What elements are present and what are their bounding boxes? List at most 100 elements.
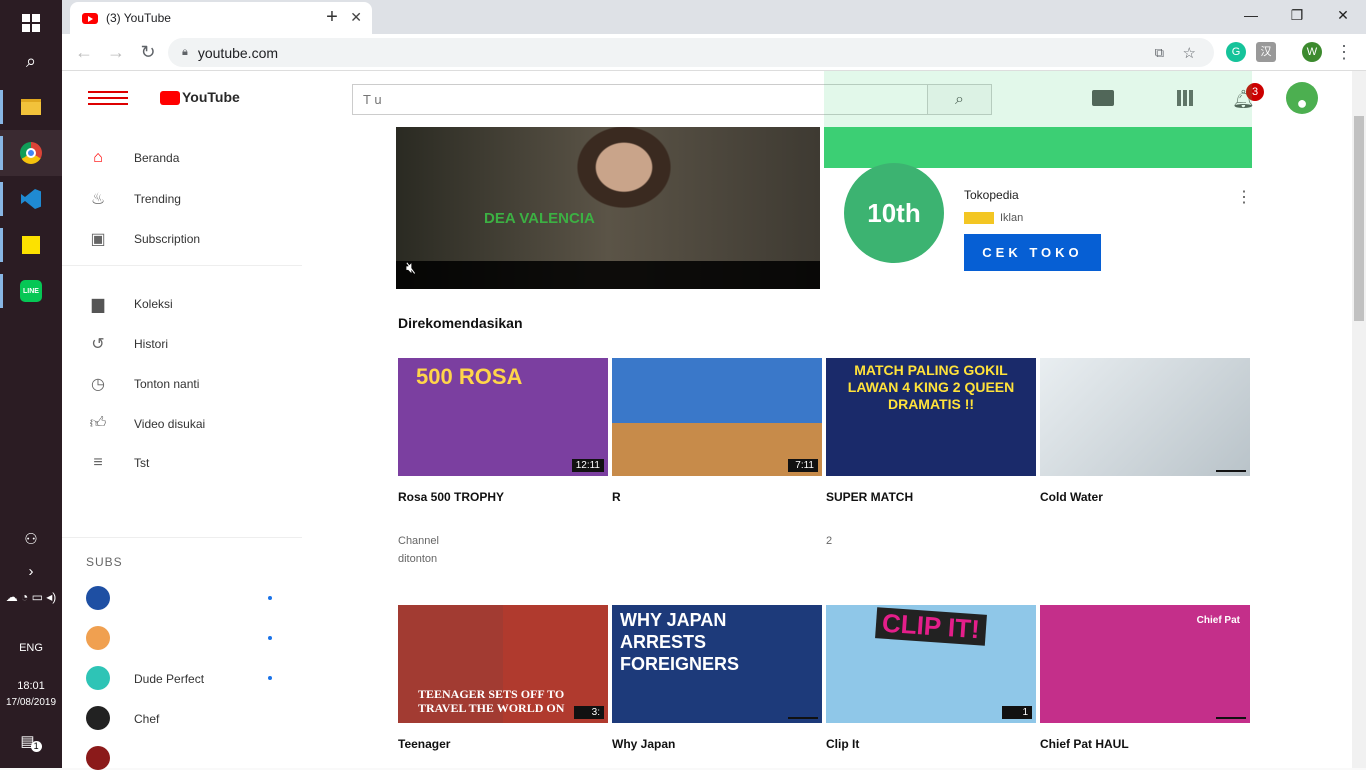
video-title[interactable]: Why Japan: [612, 737, 822, 767]
close-tab-icon[interactable]: ✕: [350, 9, 362, 26]
back-button[interactable]: ←: [72, 40, 96, 64]
video-views: ditonton: [398, 553, 438, 565]
bookmark-star-icon[interactable]: ☆: [1183, 44, 1196, 62]
clock-date[interactable]: 17/08/2019: [0, 697, 62, 708]
reload-button[interactable]: ↻: [136, 40, 160, 64]
video-duration: 7:11: [788, 459, 818, 472]
vscode-taskbar-button[interactable]: [0, 176, 62, 222]
grammarly-extension-icon[interactable]: G: [1226, 42, 1246, 62]
video-thumbnail[interactable]: TEENAGER SETS OFF TO TRAVEL THE WORLD ON…: [398, 605, 608, 723]
video-duration: 1: [1002, 706, 1032, 719]
thumbnail-text: 500 ROSA: [416, 364, 523, 389]
channel-avatar[interactable]: [86, 746, 110, 770]
tab-strip: (3) YouTube ✕ + — ❐ ✕: [62, 0, 1366, 34]
video-title[interactable]: Rosa 500 TROPHY: [398, 490, 608, 520]
video-title[interactable]: SUPER MATCH: [826, 490, 1036, 520]
video-duration: [788, 717, 818, 719]
channel-avatar[interactable]: [86, 626, 110, 650]
more-options-icon[interactable]: ⋮: [1236, 187, 1252, 207]
video-title[interactable]: Clip It: [826, 737, 1036, 767]
minimize-button[interactable]: —: [1228, 0, 1274, 30]
language-indicator[interactable]: ENG: [0, 642, 62, 654]
new-content-dot: [268, 676, 272, 680]
page-scrollbar[interactable]: [1352, 71, 1366, 768]
sidebar-item-home[interactable]: ⌂ Beranda: [86, 149, 179, 167]
sidebar-item-subscriptions[interactable]: ▣ Subscription: [86, 229, 200, 249]
video-card[interactable]: Chief Pat Chief Pat HAUL: [1040, 605, 1250, 767]
ad-sub-text: Iklan: [1000, 212, 1024, 224]
library-icon: ▆: [91, 296, 105, 313]
ad-banner-top: [824, 71, 1252, 127]
sidebar-item-playlist[interactable]: ≡ Tst: [86, 454, 149, 472]
sidebar-item-label: Koleksi: [134, 297, 173, 311]
video-thumbnail[interactable]: 7:11: [612, 358, 822, 476]
sidebar-item-liked[interactable]: 👍︎ Video disukai: [86, 414, 206, 433]
ad-cta-button[interactable]: CEK TOKO: [964, 234, 1101, 271]
playlist-icon: ≡: [93, 454, 103, 471]
liked-icon: 👍︎: [89, 415, 107, 432]
sidebar-item-watch-later[interactable]: ◷ Tonton nanti: [86, 374, 199, 394]
video-title[interactable]: Cold Water: [1040, 490, 1250, 520]
video-thumbnail[interactable]: WHY JAPAN ARRESTS FOREIGNERS: [612, 605, 822, 723]
video-thumbnail[interactable]: Chief Pat: [1040, 605, 1250, 723]
extension-icon[interactable]: 汉: [1256, 42, 1276, 62]
sticky-notes-button[interactable]: [0, 222, 62, 268]
forward-button[interactable]: →: [104, 40, 128, 64]
mute-icon[interactable]: 🔇︎: [406, 260, 416, 278]
clock-time[interactable]: 18:01: [0, 680, 62, 692]
show-hidden-icons-button[interactable]: ›: [0, 548, 62, 594]
video-thumbnail[interactable]: 500 ROSA 12:11: [398, 358, 608, 476]
video-card[interactable]: WHY JAPAN ARRESTS FOREIGNERS Why Japan: [612, 605, 822, 767]
ad-logo-text: 10th: [867, 197, 921, 228]
channel-avatar[interactable]: [86, 666, 110, 690]
ad-logo[interactable]: 10th: [844, 163, 944, 263]
restore-button[interactable]: ❐: [1274, 0, 1320, 30]
profile-avatar[interactable]: W: [1302, 42, 1322, 62]
translate-icon[interactable]: ⧉: [1155, 45, 1164, 61]
file-explorer-button[interactable]: [0, 84, 62, 130]
menu-icon[interactable]: [88, 91, 128, 107]
line-app-button[interactable]: LINE: [0, 268, 62, 314]
video-title[interactable]: Chief Pat HAUL: [1040, 737, 1250, 767]
system-tray-icons[interactable]: ☁ ◔ ▭ ◂): [0, 590, 62, 604]
video-card[interactable]: Cold Water: [1040, 358, 1250, 532]
subscription-name[interactable]: Dude Perfect: [134, 672, 204, 686]
video-duration: [1216, 717, 1246, 719]
video-card[interactable]: 500 ROSA 12:11 Rosa 500 TROPHY Channel di…: [398, 358, 608, 568]
channel-avatar[interactable]: [86, 706, 110, 730]
ad-video-label: DEA VALENCIA: [484, 210, 595, 227]
video-title[interactable]: R: [612, 490, 822, 520]
video-thumbnail[interactable]: MATCH PALING GOKIL LAWAN 4 KING 2 QUEEN …: [826, 358, 1036, 476]
video-thumbnail[interactable]: [1040, 358, 1250, 476]
lock-icon: 🔒︎: [182, 46, 188, 58]
chrome-taskbar-button[interactable]: [0, 130, 62, 176]
sidebar-item-library[interactable]: ▆ Koleksi: [86, 294, 173, 314]
scrollbar-thumb[interactable]: [1354, 116, 1364, 321]
search-taskbar-button[interactable]: ⌕: [0, 38, 62, 84]
chrome-menu-icon[interactable]: ⋮: [1332, 40, 1356, 64]
youtube-play-logo-icon: [160, 91, 180, 106]
ad-video-banner[interactable]: DEA VALENCIA 🔇︎: [396, 127, 820, 289]
windows-icon: [22, 14, 40, 32]
trending-icon: ♨: [90, 191, 106, 208]
video-thumbnail[interactable]: CLIP IT! 1: [826, 605, 1036, 723]
sidebar-item-history[interactable]: ↺ Histori: [86, 334, 168, 354]
video-card[interactable]: CLIP IT! 1 Clip It: [826, 605, 1036, 767]
youtube-logo[interactable]: YouTube: [160, 89, 240, 106]
video-card[interactable]: MATCH PALING GOKIL LAWAN 4 KING 2 QUEEN …: [826, 358, 1036, 550]
video-channel[interactable]: Channel: [398, 532, 608, 550]
video-title[interactable]: Teenager: [398, 737, 608, 767]
new-content-dot: [268, 636, 272, 640]
video-card[interactable]: TEENAGER SETS OFF TO TRAVEL THE WORLD ON…: [398, 605, 608, 767]
sidebar-item-trending[interactable]: ♨ Trending: [86, 189, 181, 209]
ad-subline: Iklan: [964, 212, 1023, 224]
ad-title[interactable]: Tokopedia: [964, 188, 1019, 202]
sidebar-item-label: Beranda: [134, 151, 180, 165]
close-window-button[interactable]: ✕: [1320, 0, 1366, 30]
channel-avatar[interactable]: [86, 586, 110, 610]
subscription-name[interactable]: Chef: [134, 712, 159, 726]
new-tab-button[interactable]: +: [320, 5, 344, 29]
address-bar[interactable]: 🔒︎ youtube.com ⧉ ☆: [168, 38, 1214, 67]
video-card[interactable]: 7:11 R: [612, 358, 822, 532]
action-center-button[interactable]: ▤ 1: [0, 718, 62, 764]
